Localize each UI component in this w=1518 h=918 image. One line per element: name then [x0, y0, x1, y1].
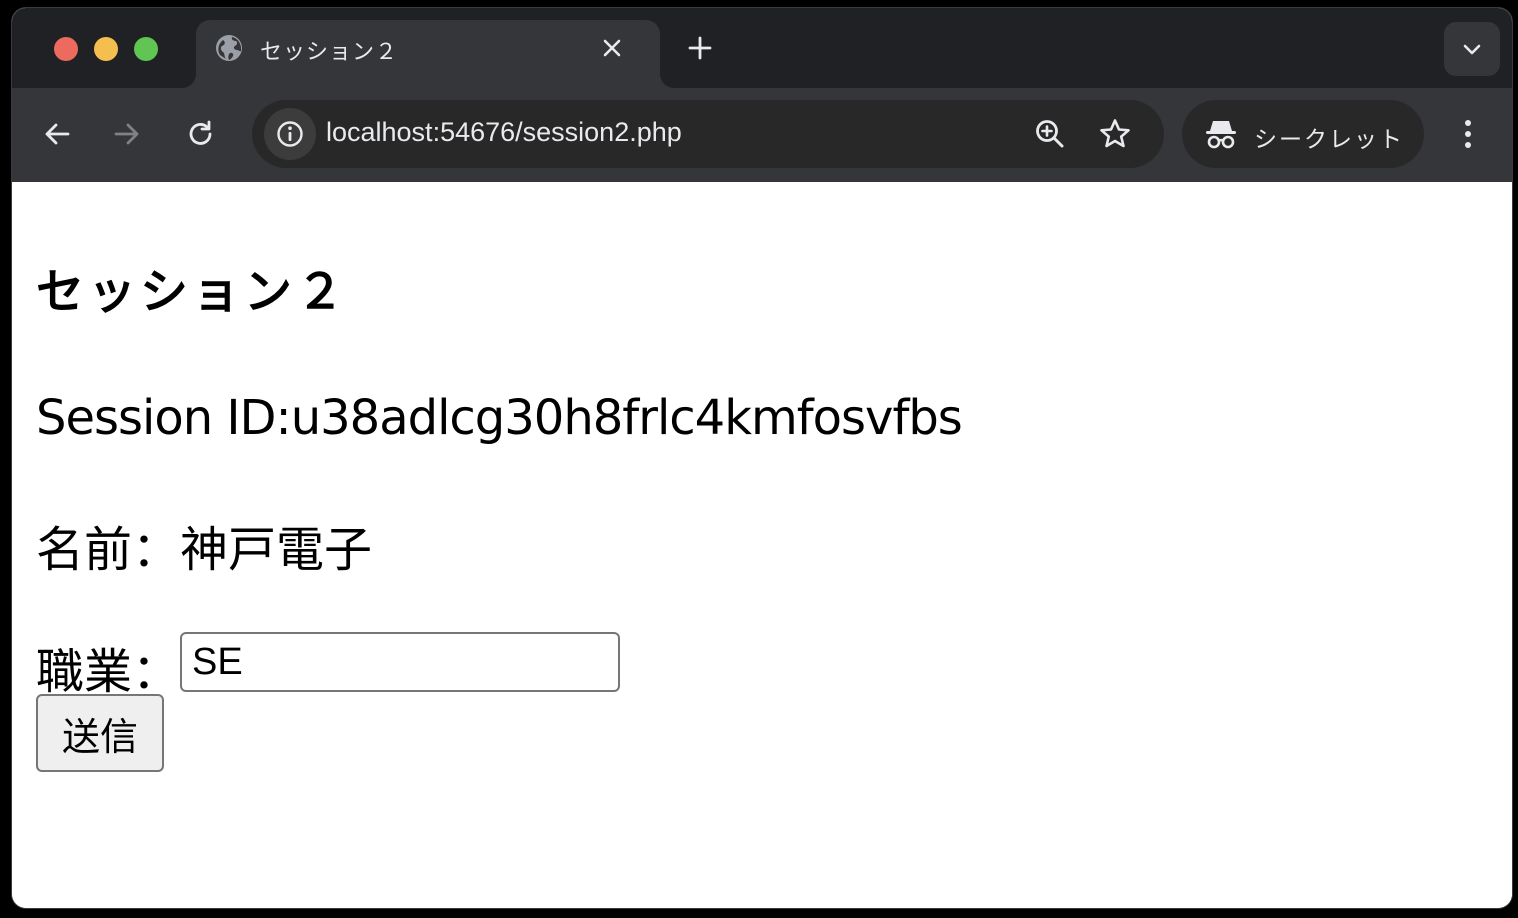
tab-strip: セッション２	[12, 8, 1512, 88]
url-text[interactable]: localhost:54676/session2.php	[326, 117, 682, 148]
job-input[interactable]	[180, 632, 620, 692]
page-title: セッション２	[36, 264, 349, 320]
globe-icon	[216, 35, 242, 61]
browser-window: セッション２ localhost:54676/session2.php シークレ…	[12, 8, 1512, 908]
job-label: 職業：	[36, 644, 181, 700]
kebab-menu-icon[interactable]	[1452, 116, 1484, 152]
minimize-window-button[interactable]	[94, 37, 118, 61]
close-icon[interactable]	[600, 36, 624, 60]
incognito-icon	[1206, 121, 1236, 149]
tab-title: セッション２	[260, 40, 399, 65]
chevron-down-icon	[1463, 44, 1481, 55]
submit-button[interactable]: 送信	[36, 694, 164, 772]
star-icon[interactable]	[1098, 117, 1132, 151]
zoom-in-icon[interactable]	[1034, 118, 1066, 150]
tab-active[interactable]: セッション２	[196, 20, 660, 88]
session-id-text: Session ID:u38adlcg30h8frlc4kmfosvfbs	[36, 390, 963, 446]
reload-icon[interactable]	[184, 117, 218, 151]
close-window-button[interactable]	[54, 37, 78, 61]
page-content: セッション２ Session ID:u38adlcg30h8frlc4kmfos…	[12, 182, 1512, 908]
tab-search-button[interactable]	[1444, 22, 1500, 76]
toolbar: localhost:54676/session2.php シークレット	[12, 88, 1512, 182]
info-icon	[277, 121, 303, 147]
incognito-chip[interactable]: シークレット	[1182, 100, 1424, 168]
address-bar[interactable]: localhost:54676/session2.php	[252, 100, 1164, 168]
name-text: 名前：神戸電子	[36, 522, 373, 578]
incognito-label: シークレット	[1254, 127, 1404, 153]
forward-arrow-icon[interactable]	[110, 117, 144, 151]
back-arrow-icon[interactable]	[40, 117, 74, 151]
maximize-window-button[interactable]	[134, 37, 158, 61]
plus-icon[interactable]	[686, 34, 714, 62]
site-info-button[interactable]	[264, 108, 316, 160]
